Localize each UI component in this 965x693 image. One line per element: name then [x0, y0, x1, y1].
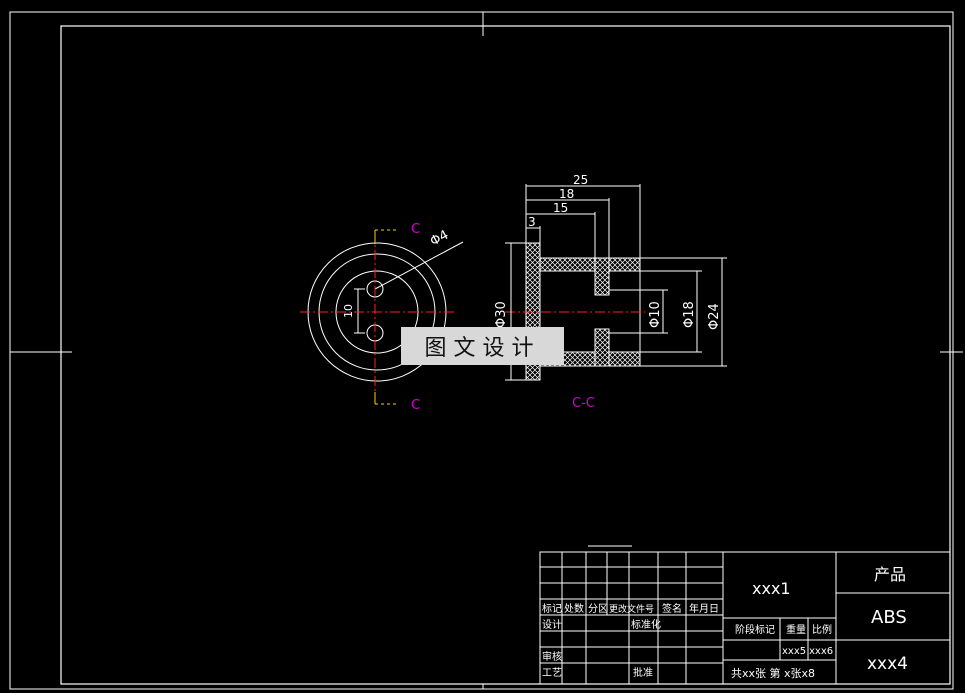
title-block-headers: 标记 处数 分区 更改文件号 签名 年月日 — [542, 602, 719, 615]
dim-len-18: 18 — [559, 187, 574, 201]
dim-len-15: 15 — [553, 201, 568, 215]
tb-drawing-number: xxx4 — [867, 654, 908, 674]
tb-scale: 比例 — [812, 623, 832, 636]
tb-approve: 批准 — [633, 666, 653, 679]
tb-header-count: 处数 — [564, 602, 584, 615]
dim-diameter-small: Φ4 — [428, 228, 451, 250]
section-indicator-bottom — [374, 392, 396, 405]
tb-drawing-name: xxx1 — [752, 579, 791, 598]
tb-scale-value: xxx6 — [809, 646, 833, 657]
tb-standardization: 标准化 — [631, 618, 661, 631]
dim-dia-18: Φ18 — [682, 301, 697, 328]
section-view-label: C-C — [572, 396, 595, 411]
dim-len-25: 25 — [573, 173, 588, 187]
tb-design: 设计 — [542, 618, 562, 631]
watermark: 图文设计 — [401, 327, 564, 365]
tb-header-zone: 分区 — [588, 603, 608, 615]
tb-header-change-doc: 更改文件号 — [609, 603, 654, 615]
tb-header-mark: 标记 — [542, 603, 562, 615]
dim-dia-10: Φ10 — [648, 301, 663, 328]
dim-len-3: 3 — [528, 215, 536, 229]
dim-dia-30: Φ30 — [494, 301, 509, 328]
tb-stage-mark: 阶段标记 — [735, 623, 775, 636]
front-centerlines — [300, 232, 456, 398]
tb-sheets: 共xx张 第 x张x8 — [731, 666, 815, 680]
tb-weight: 重量 — [786, 623, 806, 636]
tb-review: 审核 — [542, 650, 562, 663]
dim-center-distance: 10 — [342, 304, 355, 318]
section-mark-top: C — [411, 222, 420, 237]
section-indicator-top — [374, 229, 396, 244]
tb-process: 工艺 — [542, 667, 562, 679]
section-mark-bottom: C — [411, 398, 420, 413]
tb-material: ABS — [871, 607, 907, 628]
tb-product-label: 产品 — [874, 565, 906, 584]
dim-dia-24: Φ24 — [707, 303, 722, 330]
tb-weight-value: xxx5 — [782, 646, 806, 657]
tb-header-date: 年月日 — [689, 602, 719, 615]
tb-header-sign: 签名 — [662, 602, 682, 615]
